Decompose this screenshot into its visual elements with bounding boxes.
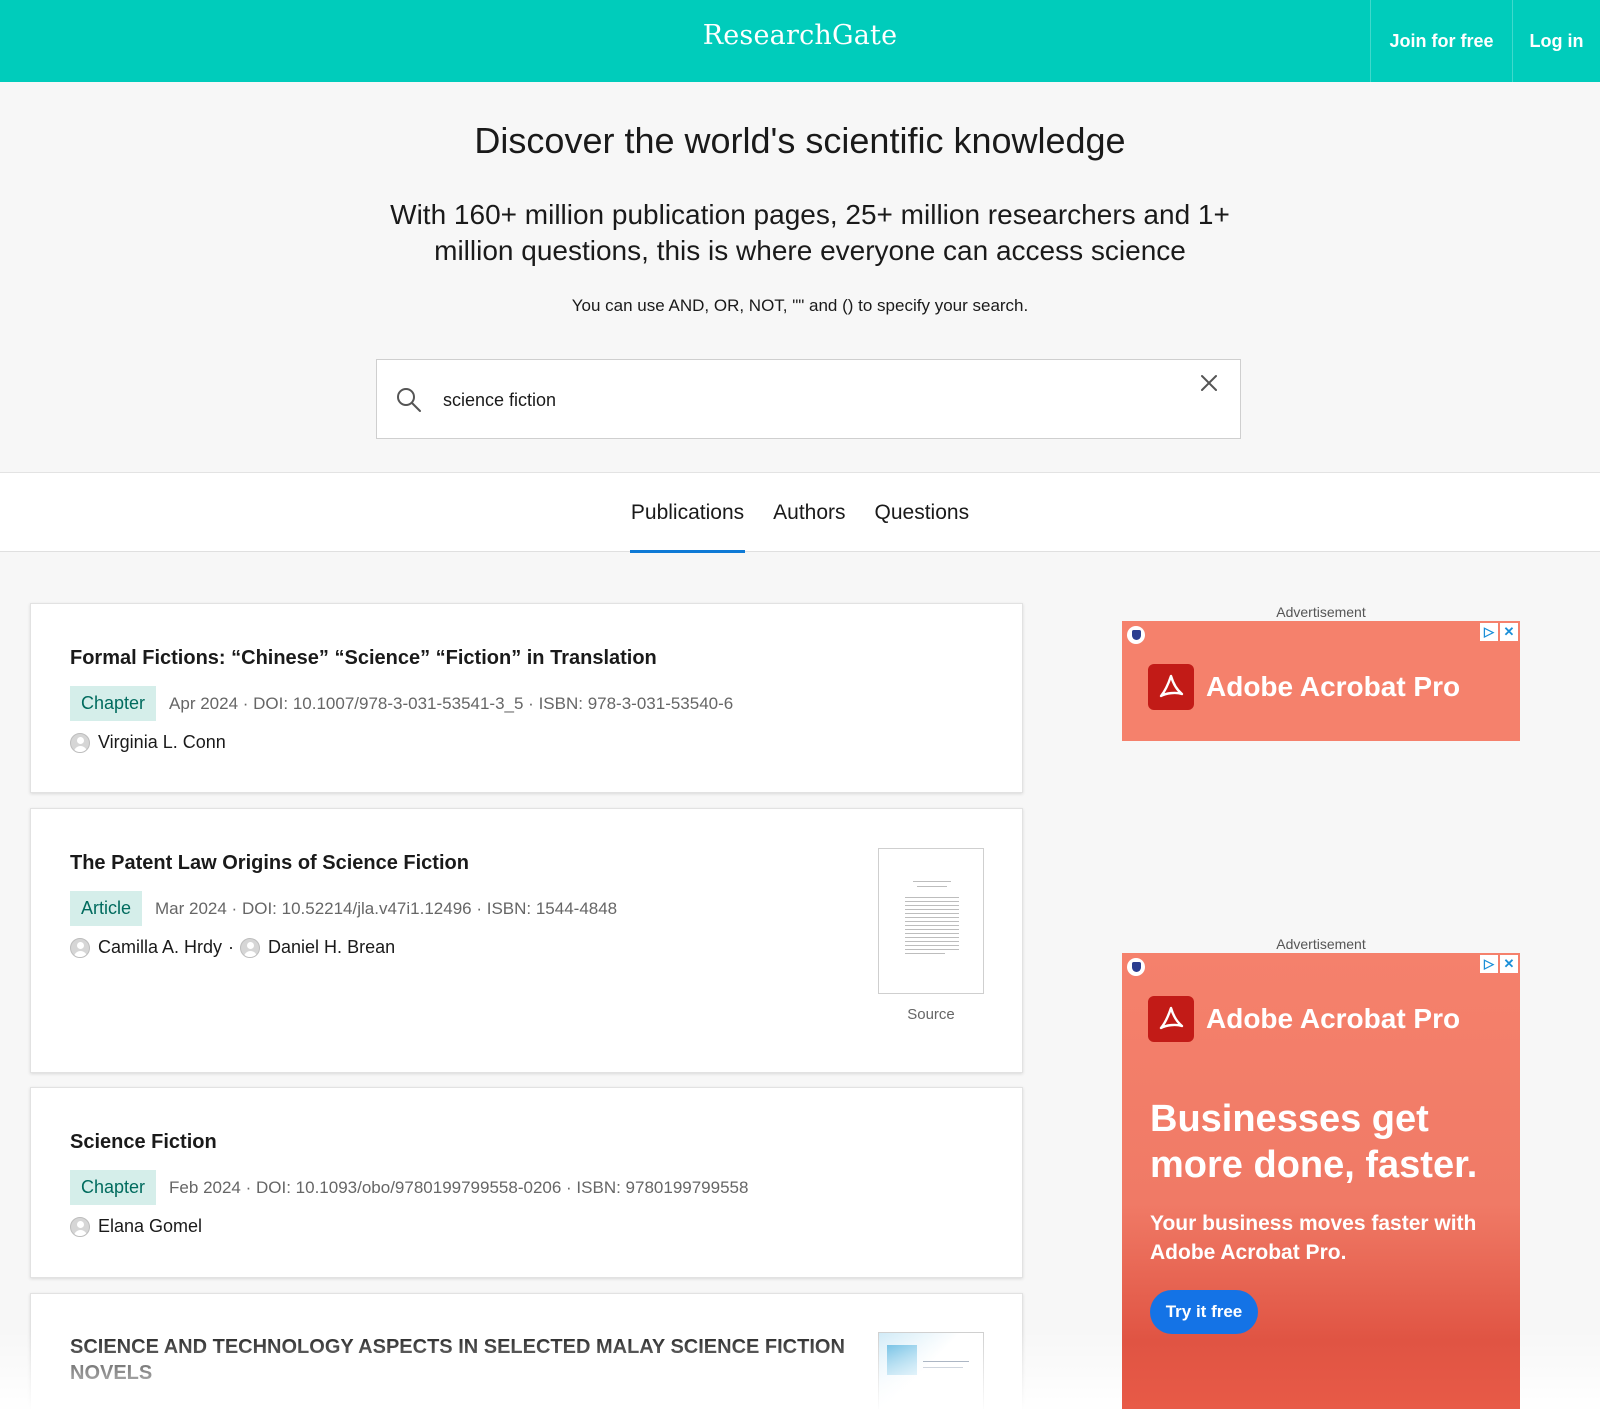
- result-title[interactable]: Science Fiction: [70, 1131, 217, 1154]
- author-link[interactable]: Elana Gomel: [98, 1216, 202, 1237]
- publication-type-badge: Chapter: [70, 686, 157, 721]
- search-input[interactable]: [443, 384, 1143, 416]
- privacy-shield-icon[interactable]: [1127, 958, 1145, 976]
- result-title[interactable]: SCIENCE AND TECHNOLOGY ASPECTS IN SELECT…: [70, 1334, 860, 1386]
- user-avatar-icon: [70, 937, 90, 958]
- search-tabs: Publications Authors Questions: [0, 473, 1600, 553]
- adchoices-icon[interactable]: ▷: [1480, 955, 1498, 973]
- result-title-line: SCIENCE AND TECHNOLOGY ASPECTS IN SELECT…: [70, 1336, 845, 1358]
- result-card: SCIENCE AND TECHNOLOGY ASPECTS IN SELECT…: [30, 1293, 1023, 1409]
- author-link[interactable]: Virginia L. Conn: [98, 732, 226, 753]
- ad-headline: Businesses get more done, faster.: [1150, 1098, 1478, 1186]
- ad-brand-name: Adobe Acrobat Pro: [1206, 671, 1461, 702]
- hero-title: Discover the world's scientific knowledg…: [474, 120, 1126, 161]
- tab-publications[interactable]: Publications: [629, 473, 746, 553]
- result-meta: Chapter Apr 2024 · DOI: 10.1007/978-3-03…: [70, 686, 733, 721]
- search-icon[interactable]: [395, 386, 423, 414]
- source-preview-thumbnail[interactable]: [878, 848, 984, 994]
- hero-subtitle: With 160+ million publication pages, 25+…: [390, 199, 1230, 266]
- author-link[interactable]: Daniel H. Brean: [268, 937, 395, 958]
- result-authors: Virginia L. Conn: [70, 732, 226, 753]
- close-icon[interactable]: ✕: [1500, 955, 1518, 973]
- advertisement-label: Advertisement: [1276, 604, 1366, 620]
- brand-logo[interactable]: ResearchGate: [0, 20, 1600, 51]
- tab-authors[interactable]: Authors: [772, 473, 846, 552]
- result-card: The Patent Law Origins of Science Fictio…: [30, 808, 1023, 1073]
- join-for-free-button[interactable]: Join for free: [1370, 0, 1512, 82]
- close-icon[interactable]: ✕: [1500, 623, 1518, 641]
- result-authors: Elana Gomel: [70, 1216, 202, 1237]
- ad-brand-row: Adobe Acrobat Pro: [1148, 996, 1460, 1042]
- ad-banner[interactable]: ▷ ✕ Adobe Acrobat Pro Businesses get mor…: [1122, 953, 1520, 1409]
- user-avatar-icon: [70, 732, 90, 753]
- source-label[interactable]: Source: [878, 1006, 984, 1023]
- source-preview-thumbnail[interactable]: [878, 1332, 984, 1409]
- result-title[interactable]: Formal Fictions: “Chinese” “Science” “Fi…: [70, 647, 657, 670]
- publication-type-badge: Chapter: [70, 1170, 157, 1205]
- result-meta: Chapter Feb 2024 · DOI: 10.1093/obo/9780…: [70, 1170, 748, 1205]
- log-in-button[interactable]: Log in: [1512, 0, 1600, 82]
- result-card: Science Fiction Chapter Feb 2024 · DOI: …: [30, 1087, 1023, 1278]
- privacy-shield-icon[interactable]: [1127, 626, 1145, 644]
- user-avatar-icon: [70, 1216, 90, 1237]
- result-card: Formal Fictions: “Chinese” “Science” “Fi…: [30, 603, 1023, 793]
- user-avatar-icon: [240, 937, 261, 958]
- ad-controls: ▷ ✕: [1480, 623, 1518, 641]
- tab-questions[interactable]: Questions: [874, 473, 971, 552]
- ad-controls: ▷ ✕: [1480, 955, 1518, 973]
- try-it-free-button[interactable]: Try it free: [1150, 1290, 1258, 1334]
- ad-brand-row: Adobe Acrobat Pro: [1148, 664, 1460, 710]
- ad-brand-name: Adobe Acrobat Pro: [1206, 1003, 1461, 1034]
- ad-body-text: Your business moves faster with Adobe Ac…: [1150, 1212, 1477, 1264]
- hero-section: Discover the world's scientific knowledg…: [0, 82, 1600, 473]
- top-nav: Join for free Log in: [1370, 0, 1600, 82]
- acrobat-logo-icon: [1148, 996, 1194, 1042]
- result-meta-text: Feb 2024 · DOI: 10.1093/obo/978019979955…: [169, 1177, 749, 1197]
- search-box: [376, 359, 1241, 439]
- publication-type-badge: Article: [70, 891, 143, 926]
- close-icon[interactable]: [1194, 368, 1224, 398]
- result-authors: Camilla A. Hrdy · Daniel H. Brean: [70, 937, 395, 958]
- advertisement-label: Advertisement: [1276, 936, 1366, 952]
- adchoices-icon[interactable]: ▷: [1480, 623, 1498, 641]
- result-meta-text: Apr 2024 · DOI: 10.1007/978-3-031-53541-…: [169, 693, 734, 713]
- author-separator: ·: [228, 937, 235, 957]
- result-meta-text: Mar 2024 · DOI: 10.52214/jla.v47i1.12496…: [155, 898, 618, 918]
- result-title-line: NOVELS: [70, 1362, 153, 1384]
- ad-banner[interactable]: ▷ ✕ Adobe Acrobat Pro: [1122, 621, 1520, 741]
- result-title[interactable]: The Patent Law Origins of Science Fictio…: [70, 852, 469, 875]
- top-bar: ResearchGate Join for free Log in: [0, 0, 1600, 82]
- search-tabs-bar: Publications Authors Questions: [0, 473, 1600, 553]
- author-link[interactable]: Camilla A. Hrdy: [98, 937, 222, 958]
- result-meta: Article Mar 2024 · DOI: 10.52214/jla.v47…: [70, 891, 617, 926]
- search-hint: You can use AND, OR, NOT, "" and () to s…: [571, 296, 1029, 315]
- acrobat-logo-icon: [1148, 664, 1194, 710]
